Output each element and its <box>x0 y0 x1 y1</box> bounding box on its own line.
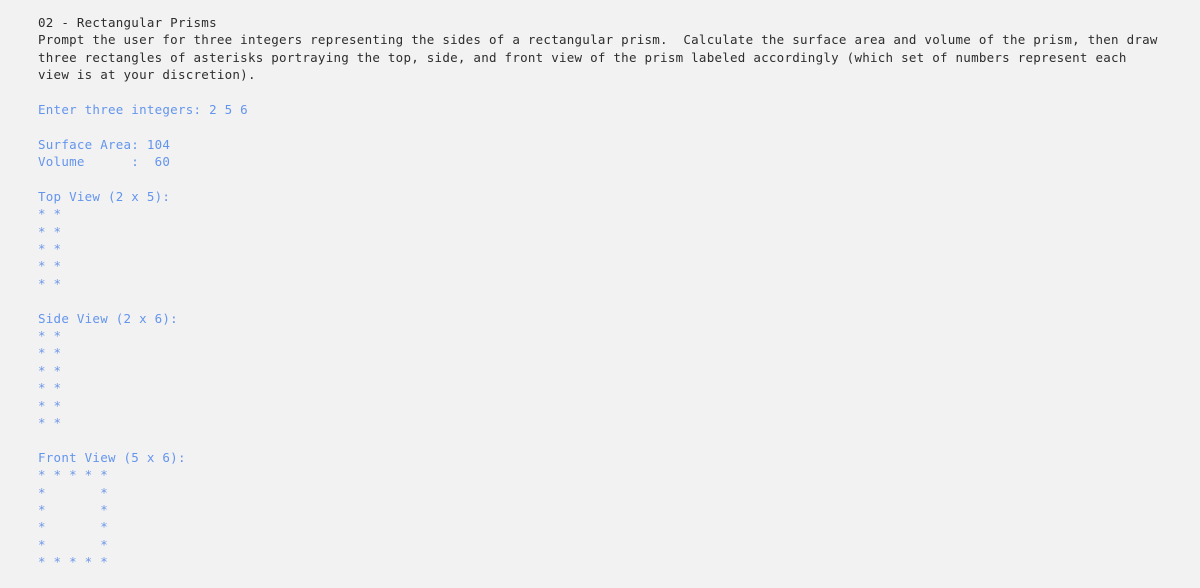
side-view-row: * * <box>38 362 62 378</box>
front-view-row: * * <box>38 536 108 552</box>
front-view-row: * * * * * <box>38 467 108 483</box>
description-line-1: Prompt the user for three integers repre… <box>38 32 1158 48</box>
top-view-row: * * <box>38 223 62 239</box>
front-view-row: * * <box>38 519 108 535</box>
top-view-row: * * <box>38 206 62 222</box>
side-view-heading: Side View (2 x 6): <box>38 310 178 326</box>
top-view-heading: Top View (2 x 5): <box>38 188 171 204</box>
description-line-3: view is at your discretion). <box>38 67 256 83</box>
spacer-after-results <box>38 171 1200 188</box>
assignment-title: 02 - Rectangular Prisms <box>38 15 217 30</box>
description-line-2: three rectangles of asterisks portraying… <box>38 49 1127 65</box>
spacer-after-top-view <box>38 292 1200 309</box>
terminal-output-area: 02 - Rectangular Prisms Prompt the user … <box>0 0 1200 588</box>
prompt-line[interactable]: Enter three integers: 2 5 6 <box>38 101 1200 118</box>
front-view-row: * * * * * <box>38 554 108 570</box>
front-view-row: * * <box>38 501 108 517</box>
side-view-row: * * <box>38 397 62 413</box>
volume-line: Volume : 60 <box>38 154 171 170</box>
surface-area-line: Surface Area: 104 <box>38 136 171 152</box>
spacer-after-description <box>38 84 1200 101</box>
front-view-row: * * <box>38 484 108 500</box>
spacer-after-side-view <box>38 431 1200 448</box>
top-view-row: * * <box>38 275 62 291</box>
side-view-row: * * <box>38 328 62 344</box>
side-view-row: * * <box>38 345 62 361</box>
top-view-row: * * <box>38 241 62 257</box>
side-view-row: * * <box>38 414 62 430</box>
spacer-after-prompt <box>38 118 1200 135</box>
top-view-row: * * <box>38 258 62 274</box>
front-view-heading: Front View (5 x 6): <box>38 449 186 465</box>
side-view-row: * * <box>38 380 62 396</box>
